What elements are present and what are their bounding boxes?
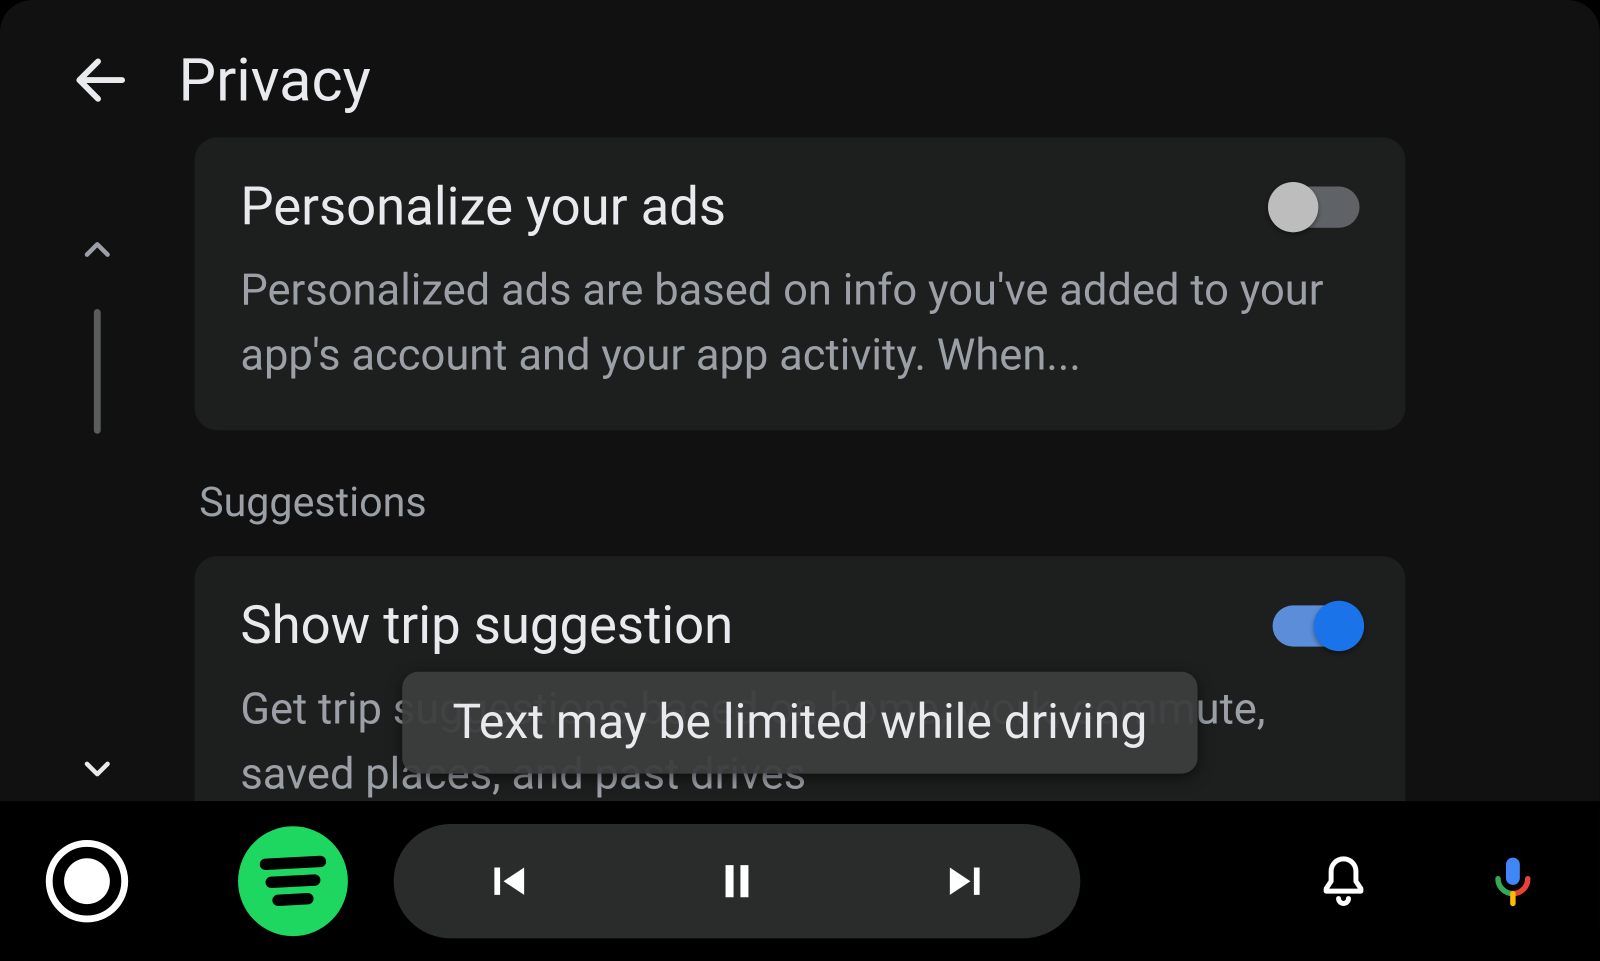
setting-title: Personalize your ads	[240, 176, 726, 238]
chevron-up-icon	[77, 229, 118, 270]
scroll-down-button[interactable]	[65, 738, 129, 802]
play-pause-button[interactable]	[691, 835, 783, 927]
toggle-trip-suggestion[interactable]	[1273, 605, 1360, 646]
header: Privacy	[0, 0, 1600, 137]
toggle-knob	[1268, 182, 1318, 232]
setting-row: Show trip suggestion	[240, 595, 1359, 657]
media-controls	[394, 824, 1081, 938]
setting-description: Personalized ads are based on info you'v…	[240, 259, 1339, 389]
launcher-button[interactable]	[46, 840, 128, 922]
scroll-indicator-column	[0, 137, 195, 801]
toggle-personalize-ads[interactable]	[1273, 187, 1360, 228]
spotify-app-button[interactable]	[238, 826, 348, 936]
arrow-left-icon	[69, 48, 133, 112]
spotify-icon	[260, 854, 326, 909]
skip-previous-icon	[481, 854, 536, 909]
setting-row: Personalize your ads	[240, 176, 1359, 238]
driving-limitation-toast: Text may be limited while driving	[402, 672, 1197, 774]
notifications-button[interactable]	[1302, 840, 1384, 922]
toggle-knob	[1314, 601, 1364, 651]
pause-icon	[710, 854, 765, 909]
setting-title: Show trip suggestion	[240, 595, 733, 657]
chevron-down-icon	[77, 749, 118, 790]
toast-text: Text may be limited while driving	[453, 695, 1148, 751]
mic-icon	[1483, 851, 1543, 911]
back-button[interactable]	[64, 43, 137, 116]
next-track-button[interactable]	[920, 835, 1012, 927]
section-label-suggestions: Suggestions	[199, 478, 1405, 526]
voice-assistant-button[interactable]	[1472, 840, 1554, 922]
previous-track-button[interactable]	[462, 835, 554, 927]
page-title: Privacy	[179, 45, 371, 115]
system-bottom-bar	[0, 801, 1600, 961]
scroll-up-button[interactable]	[65, 217, 129, 281]
privacy-settings-screen: Privacy Personalize your ads	[0, 0, 1600, 961]
skip-next-icon	[938, 854, 993, 909]
bell-icon	[1314, 851, 1374, 911]
scrollbar-thumb[interactable]	[94, 308, 101, 433]
setting-personalize-ads[interactable]: Personalize your ads Personalized ads ar…	[195, 137, 1406, 430]
